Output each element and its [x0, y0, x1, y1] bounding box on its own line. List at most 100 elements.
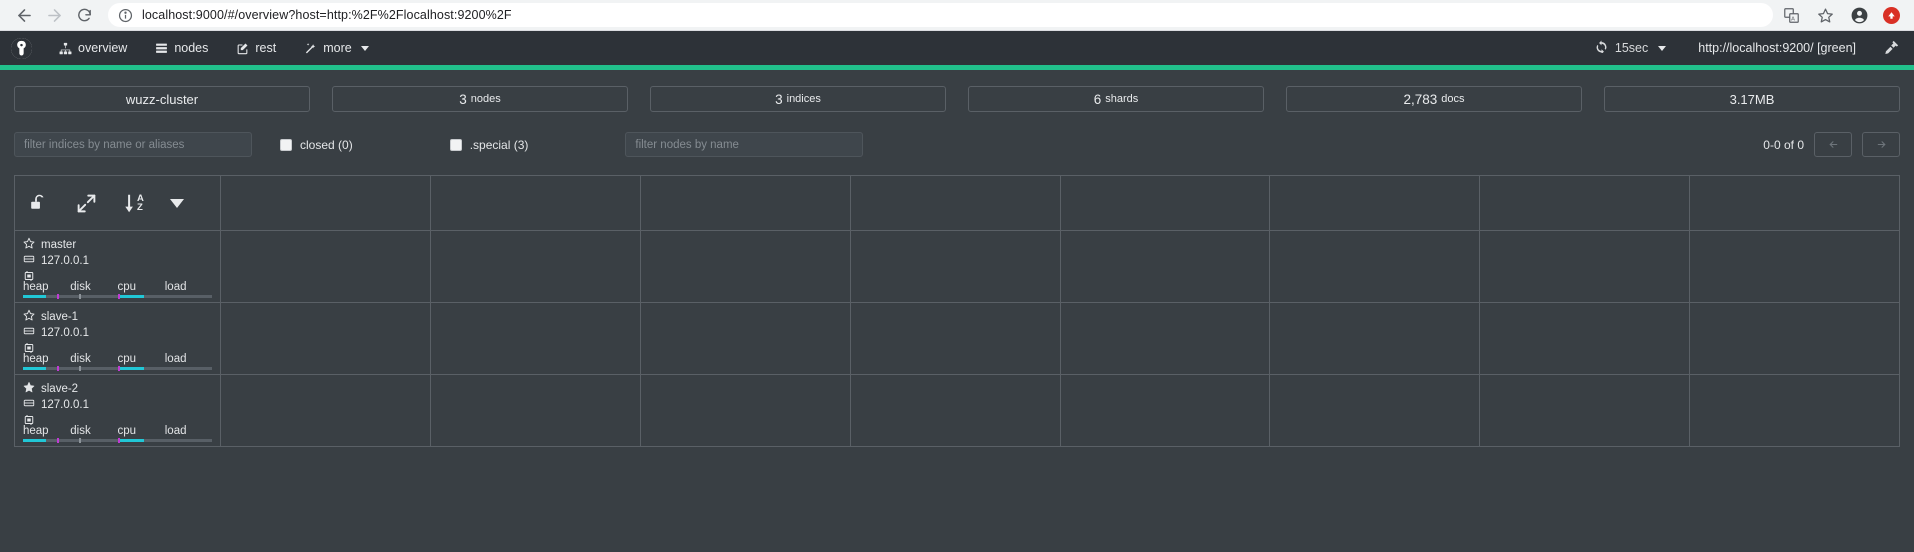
- nav-item-nodes[interactable]: nodes: [141, 31, 222, 65]
- metric-disk[interactable]: disk: [70, 281, 118, 299]
- bookmark-star-icon[interactable]: [1815, 5, 1835, 25]
- indices-filter-input[interactable]: [14, 132, 252, 157]
- node-cell-slave-1[interactable]: slave-1 127.0.0.1 heap disk cpu load: [14, 302, 221, 375]
- app-header-right: 15sec http://localhost:9200/ [green]: [1579, 39, 1900, 58]
- metric-load[interactable]: load: [164, 425, 212, 442]
- node-ip: 127.0.0.1: [41, 399, 89, 411]
- metric-bar: [70, 366, 118, 371]
- nav-label-more: more: [323, 41, 352, 55]
- checkbox-box[interactable]: [280, 138, 292, 151]
- grid-cell: [849, 374, 1061, 447]
- metric-bar: [70, 438, 118, 443]
- nav-item-rest[interactable]: rest: [222, 31, 290, 65]
- grid-cell: [639, 302, 851, 375]
- grid-cell: [1479, 230, 1691, 303]
- closed-indices-checkbox[interactable]: closed (0): [280, 138, 353, 152]
- metric-label: load: [164, 425, 187, 437]
- node-cell-master[interactable]: master 127.0.0.1 heap disk cpu load: [14, 230, 221, 303]
- metric-bar: [117, 366, 165, 371]
- forward-button[interactable]: [40, 1, 68, 29]
- star-filled-icon[interactable]: [23, 381, 35, 398]
- metric-label: disk: [70, 425, 91, 437]
- metric-bar: [23, 366, 71, 371]
- grid-cell: [1689, 230, 1900, 303]
- refresh-interval-label: 15sec: [1614, 41, 1649, 55]
- metric-bar: [70, 294, 118, 299]
- nav-label-overview: overview: [78, 41, 128, 55]
- metric-cpu[interactable]: cpu: [117, 425, 165, 443]
- metric-heap[interactable]: heap: [23, 353, 71, 371]
- pagination: 0-0 of 0: [1763, 132, 1900, 157]
- node-ip-line: 127.0.0.1: [23, 325, 212, 341]
- node-name-line: slave-1: [23, 309, 212, 325]
- sort-az-icon[interactable]: A Z: [123, 193, 144, 214]
- metric-bar: [164, 295, 212, 298]
- grid-cell: [429, 302, 641, 375]
- metric-disk[interactable]: disk: [70, 425, 118, 443]
- stat-nodes: 3 nodes: [332, 86, 628, 112]
- prev-page-button[interactable]: [1814, 132, 1852, 157]
- refresh-icon: [1595, 40, 1608, 56]
- table-row: slave-2 127.0.0.1 heap disk cpu load: [14, 374, 1900, 447]
- info-circle-icon[interactable]: [118, 8, 133, 23]
- nodes-filter-input[interactable]: [625, 132, 864, 157]
- nav-item-overview[interactable]: overview: [45, 31, 141, 65]
- metric-disk[interactable]: disk: [70, 353, 118, 371]
- nav-label-nodes: nodes: [174, 41, 209, 55]
- stat-unit: shards: [1105, 93, 1139, 105]
- cerebro-logo: [10, 37, 33, 60]
- chevron-down-icon[interactable]: [169, 198, 184, 208]
- expand-arrows-icon[interactable]: [76, 193, 97, 214]
- unlock-icon[interactable]: [29, 193, 50, 214]
- nav-item-more[interactable]: more: [290, 31, 382, 65]
- stat-value: 3: [775, 91, 783, 107]
- cluster-host-label: http://localhost:9200/ [green]: [1698, 41, 1856, 55]
- metric-load[interactable]: load: [164, 353, 212, 370]
- reload-icon: [77, 8, 91, 21]
- profile-avatar-icon[interactable]: [1849, 5, 1869, 25]
- metric-bar: [117, 294, 165, 299]
- reload-button[interactable]: [70, 1, 98, 29]
- stat-indices: 3 indices: [650, 86, 946, 112]
- main-content: wuzz-cluster 3 nodes 3 indices 6 shards …: [0, 70, 1914, 447]
- closed-label: closed (0): [300, 137, 353, 152]
- special-indices-checkbox[interactable]: .special (3): [449, 138, 528, 152]
- translate-icon[interactable]: A: [1781, 5, 1801, 25]
- node-ip: 127.0.0.1: [41, 327, 89, 339]
- node-name: slave-2: [41, 383, 79, 395]
- grid-cell: [429, 230, 641, 303]
- grid-cell: [1689, 374, 1900, 447]
- metric-label: heap: [23, 281, 49, 293]
- next-page-button[interactable]: [1862, 132, 1900, 157]
- node-cell-slave-2[interactable]: slave-2 127.0.0.1 heap disk cpu load: [14, 374, 221, 447]
- grid-header-row: A Z: [14, 175, 1900, 231]
- metric-heap[interactable]: heap: [23, 425, 71, 443]
- chevron-down-icon: [360, 45, 369, 51]
- table-row: slave-1 127.0.0.1 heap disk cpu load: [14, 302, 1900, 375]
- disconnect-button[interactable]: [1878, 39, 1900, 58]
- sort-letter-z: Z: [137, 202, 143, 213]
- update-available-icon[interactable]: [1883, 6, 1900, 24]
- metric-bar: [164, 439, 212, 442]
- refresh-interval-selector[interactable]: 15sec: [1579, 40, 1682, 56]
- arrow-right-icon: [47, 8, 61, 22]
- server-list-icon: [155, 42, 168, 55]
- stat-value: 3: [459, 91, 467, 107]
- metric-load[interactable]: load: [164, 281, 212, 298]
- metric-cpu[interactable]: cpu: [117, 353, 165, 371]
- node-metrics: heap disk cpu load: [23, 425, 212, 443]
- node-ip-line: 127.0.0.1: [23, 397, 212, 413]
- checkbox-box[interactable]: [449, 138, 462, 151]
- metric-cpu[interactable]: cpu: [117, 281, 165, 299]
- server-icon: [23, 397, 35, 414]
- grid-toolbar: A Z: [15, 176, 220, 230]
- cluster-host-status[interactable]: http://localhost:9200/ [green]: [1682, 41, 1878, 55]
- node-info: slave-1 127.0.0.1 heap disk cpu load: [15, 303, 220, 374]
- star-outline-icon[interactable]: [23, 309, 35, 326]
- metric-heap[interactable]: heap: [23, 281, 71, 299]
- grid-cell: [1689, 302, 1900, 375]
- back-button[interactable]: [10, 1, 38, 29]
- star-outline-icon[interactable]: [23, 237, 35, 254]
- grid-cell: [639, 374, 851, 447]
- address-bar[interactable]: localhost:9000/#/overview?host=http:%2F%…: [108, 3, 1773, 27]
